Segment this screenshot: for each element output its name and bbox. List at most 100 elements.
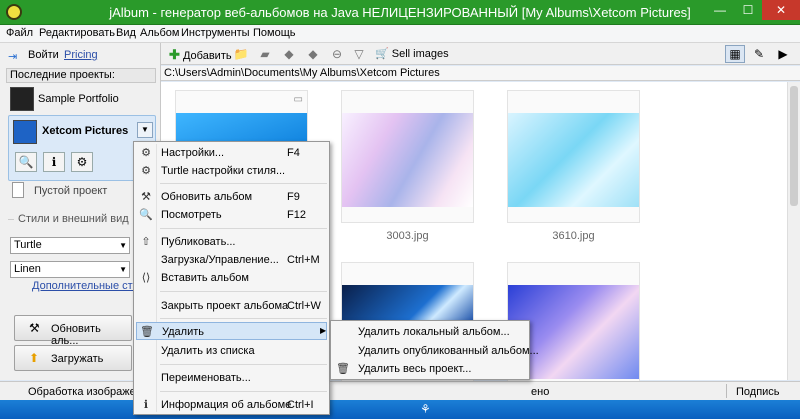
project-name: Xetcom Pictures — [42, 125, 129, 137]
chevron-down-icon: ▼ — [119, 265, 127, 274]
menu-item-embed-album[interactable]: ⟨⟩ Вставить альбом — [136, 269, 327, 287]
preview-magnifier-icon[interactable]: 🔍 — [15, 152, 37, 172]
thumbnail-view-icon[interactable]: ▦ — [725, 45, 745, 63]
menu-item-view[interactable]: 🔍 Посмотреть F12 — [136, 206, 327, 224]
maximize-button[interactable]: ☐ — [734, 0, 762, 20]
menu-item-label: Удалить — [162, 326, 204, 338]
menu-separator — [160, 364, 327, 365]
hammer-icon: ⚒ — [29, 321, 40, 335]
context-menu: ⚙ Настройки... F4 ⚙ Turtle настройки сти… — [133, 141, 330, 415]
menu-item-settings[interactable]: ⚙ Настройки... F4 — [136, 144, 327, 162]
close-button[interactable]: ✕ — [762, 0, 800, 20]
toolbar: ✚ Добавить 📁 ▰ ◆ ◆ ⊖ ▽ 🛒 Sell images ▦ ✎… — [161, 43, 800, 65]
upload-label: Загружать — [51, 353, 104, 365]
gallery-item[interactable] — [507, 90, 640, 223]
upload-button[interactable]: ⬆ Загружать — [14, 345, 132, 371]
menu-item-label: Удалить опубликованный альбом... — [358, 345, 539, 357]
filter-icon[interactable]: ▽ — [351, 46, 367, 62]
trash-icon: 🗑 — [140, 326, 154, 338]
minimize-button[interactable]: — — [706, 0, 734, 20]
recent-projects-header: Последние проекты: — [6, 68, 156, 83]
add-button[interactable]: ✚ Добавить — [169, 47, 232, 63]
scrollbar-thumb[interactable] — [790, 86, 798, 206]
caption-status: Подпись — [736, 386, 780, 398]
theme-select[interactable]: Linen ▼ — [10, 261, 130, 278]
menu-item-label: Вставить альбом — [161, 272, 249, 284]
menu-item-shortcut: F12 — [287, 209, 306, 221]
menu-item-rename[interactable]: Переименовать... — [136, 369, 327, 387]
menu-item-shortcut: Ctrl+I — [287, 399, 314, 411]
menu-item-label: Удалить локальный альбом... — [358, 326, 510, 338]
submenu-delete-local-album[interactable]: Удалить локальный альбом... — [333, 323, 529, 341]
slideshow-icon[interactable]: ▶ — [773, 45, 793, 63]
submenu-delete-published-album[interactable]: Удалить опубликованный альбом... — [333, 342, 539, 360]
submenu-arrow-icon: ▶ — [320, 326, 327, 335]
theme-select-value: Linen — [14, 263, 41, 275]
menu-view[interactable]: Вид — [116, 27, 136, 39]
update-album-button[interactable]: ⚒ Обновить аль... — [14, 315, 132, 347]
info-icon[interactable]: ℹ — [43, 152, 65, 172]
gallery-caption: 3003.jpg — [386, 230, 429, 242]
upload-arrow-icon: ⬆ — [29, 351, 40, 365]
embed-icon: ⟨⟩ — [141, 272, 151, 284]
title-bar: jAlbum - генератор веб-альбомов на Java … — [0, 0, 800, 25]
menu-separator — [160, 228, 327, 229]
gallery-caption: 3610.jpg — [552, 230, 595, 242]
status-bar: Обработка изображения ено Подпись — [0, 381, 800, 400]
menu-item-publish[interactable]: ⇧ Публиковать... — [136, 233, 327, 251]
add-label: Добавить — [182, 50, 232, 62]
menu-separator — [160, 318, 327, 319]
menu-item-label: Закрыть проект альбома — [161, 300, 289, 312]
settings-gear-icon[interactable]: ⚙ — [71, 152, 93, 172]
project-sample-portfolio[interactable]: Sample Portfolio — [8, 87, 156, 113]
empty-project-label: Пустой проект — [34, 185, 108, 197]
menu-item-delete[interactable]: 🗑 Удалить ▶ — [136, 322, 327, 340]
gallery-item[interactable] — [341, 90, 474, 223]
sell-images-button[interactable]: 🛒 Sell images — [375, 47, 449, 60]
menu-item-close-project[interactable]: Закрыть проект альбома Ctrl+W — [136, 297, 327, 315]
info-icon: ℹ — [143, 399, 149, 411]
new-folder-icon[interactable]: 📁 — [233, 46, 249, 62]
plus-icon: ✚ — [169, 47, 180, 62]
menu-edit[interactable]: Редактировать — [39, 27, 115, 39]
menu-item-shortcut: F9 — [287, 191, 300, 203]
menu-item-label: Загрузка/Управление... — [161, 254, 279, 266]
style-select-value: Turtle — [14, 239, 42, 251]
menu-item-update-album[interactable]: ⚒ Обновить альбом F9 — [136, 188, 327, 206]
cart-icon: 🛒 — [375, 48, 389, 60]
upload-arrow-icon: ⇧ — [141, 236, 151, 248]
folder-icon[interactable]: ▰ — [257, 46, 273, 62]
menu-item-label: Публиковать... — [161, 236, 236, 248]
menu-item-style-settings[interactable]: ⚙ Turtle настройки стиля... — [136, 162, 327, 180]
menu-item-shortcut: F4 — [287, 147, 300, 159]
vertical-scrollbar[interactable] — [787, 82, 800, 380]
submenu-delete-whole-project[interactable]: 🗑 Удалить весь проект... — [333, 360, 529, 378]
status-partial-text: ено — [531, 386, 550, 398]
menu-item-label: Информация об альбоме — [161, 399, 292, 411]
login-link[interactable]: Войти — [28, 49, 59, 61]
menu-item-upload-manage[interactable]: Загрузка/Управление... Ctrl+M — [136, 251, 327, 269]
menu-album[interactable]: Альбом — [140, 27, 179, 39]
menu-bar: Файл Редактировать Вид Альбом Инструмент… — [0, 25, 800, 43]
menu-item-label: Удалить весь проект... — [358, 363, 472, 375]
move-down-icon[interactable]: ◆ — [305, 46, 321, 62]
pricing-link[interactable]: Pricing — [64, 49, 98, 61]
menu-item-label: Обновить альбом — [161, 191, 253, 203]
gear-icon: ⚙ — [141, 165, 151, 177]
folder-icon: ▭ — [293, 94, 303, 105]
menu-separator — [160, 183, 327, 184]
menu-tools[interactable]: Инструменты — [181, 27, 250, 39]
edit-icon[interactable]: ✎ — [749, 45, 769, 63]
remove-icon[interactable]: ⊖ — [329, 46, 345, 62]
menu-item-remove-from-list[interactable]: Удалить из списка — [136, 342, 327, 360]
bird-logo-icon: ⚘ — [420, 402, 431, 416]
move-up-icon[interactable]: ◆ — [281, 46, 297, 62]
project-name: Sample Portfolio — [38, 93, 119, 105]
update-album-label: Обновить аль... — [51, 323, 101, 347]
login-row: ⇥ Войти Pricing — [8, 49, 158, 63]
menu-file[interactable]: Файл — [6, 27, 33, 39]
menu-help[interactable]: Помощь — [253, 27, 296, 39]
menu-item-album-info[interactable]: ℹ Информация об альбоме Ctrl+I — [136, 396, 327, 414]
style-select[interactable]: Turtle ▼ — [10, 237, 130, 254]
project-menu-dropdown-button[interactable]: ▼ — [137, 122, 153, 138]
